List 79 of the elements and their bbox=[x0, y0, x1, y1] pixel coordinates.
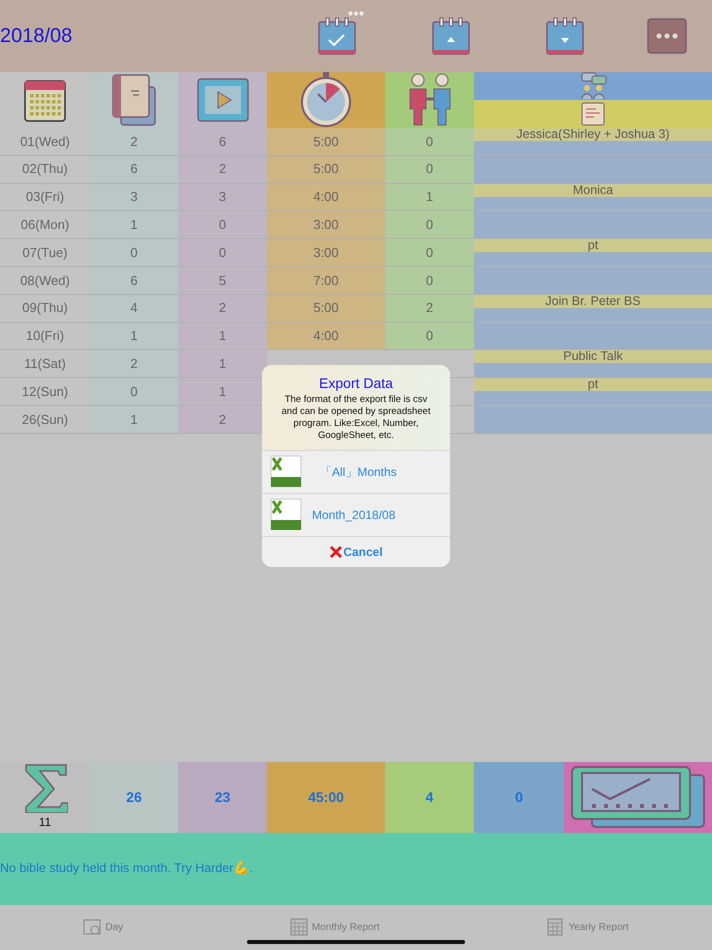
calendar-down-button[interactable] bbox=[545, 16, 585, 56]
film-play-icon bbox=[196, 78, 248, 122]
chart-button[interactable] bbox=[570, 765, 706, 830]
table-cell: 1 bbox=[90, 322, 178, 350]
table-cell: 0 bbox=[90, 239, 178, 267]
note-text: Public Talk bbox=[474, 350, 712, 364]
note-text: Join Br. Peter BS bbox=[474, 294, 712, 308]
hours-cell: 5:00 bbox=[267, 128, 385, 156]
table-cell: 0 bbox=[385, 128, 474, 156]
note-text: pt bbox=[474, 378, 712, 392]
note-text: pt bbox=[474, 239, 712, 252]
table-cell: 2 bbox=[178, 156, 267, 184]
month-title: 2018/08 bbox=[0, 24, 72, 49]
table-cell: 1 bbox=[90, 406, 178, 434]
hours-cell: 3:00 bbox=[267, 211, 385, 240]
table-cell: 6 bbox=[90, 266, 178, 295]
calendar-up-icon bbox=[431, 16, 471, 56]
hours-cell: 5:00 bbox=[267, 156, 385, 184]
table-cell: 3 bbox=[178, 184, 267, 212]
total-value: 45:00 bbox=[267, 762, 385, 833]
hours-cell: 3:00 bbox=[267, 239, 385, 267]
close-icon bbox=[329, 544, 344, 558]
total-value: 26 bbox=[90, 762, 178, 833]
table-cell: 1 bbox=[90, 211, 178, 240]
table-cell: 0 bbox=[90, 378, 178, 406]
hours-cell: 5:00 bbox=[267, 294, 385, 323]
year-calendar-icon bbox=[546, 917, 564, 938]
multitask-dots-icon bbox=[348, 11, 364, 16]
total-value: 0 bbox=[474, 762, 564, 833]
cancel-button[interactable]: Cancel bbox=[262, 536, 450, 566]
sticky-note-icon bbox=[581, 102, 605, 126]
table-cell: 6 bbox=[178, 128, 267, 156]
table-cell: 3 bbox=[90, 184, 178, 212]
tab-button[interactable]: Day bbox=[83, 917, 124, 938]
days-count: 11 bbox=[38, 814, 52, 832]
table-cell: 0 bbox=[385, 239, 474, 267]
table-cell: 1 bbox=[178, 350, 267, 378]
calendar-check-icon bbox=[317, 16, 357, 56]
hours-cell: 4:00 bbox=[267, 322, 385, 350]
month-calendar-icon bbox=[290, 917, 308, 938]
table-cell: 0 bbox=[385, 156, 474, 184]
table-cell: 4 bbox=[90, 294, 178, 323]
stopwatch-icon bbox=[298, 72, 354, 128]
table-cell: 2 bbox=[178, 294, 267, 323]
tab-button[interactable]: Monthly Report bbox=[290, 917, 380, 938]
chart-screen-icon bbox=[570, 765, 706, 830]
total-value: 4 bbox=[385, 762, 474, 833]
more-icon bbox=[647, 18, 687, 54]
csv-file-icon bbox=[270, 498, 302, 532]
table-cell: 1 bbox=[178, 322, 267, 350]
note-text: Monica bbox=[474, 184, 712, 197]
more-button[interactable] bbox=[647, 18, 687, 54]
calendar-up-button[interactable] bbox=[431, 16, 471, 56]
total-value: 23 bbox=[178, 762, 267, 833]
table-cell: 0 bbox=[178, 211, 267, 240]
dialog-text: The format of the export file is csv and can be opened by spreadsheet program. Like:Excel, Number, GoogleSheet, etc. bbox=[280, 394, 432, 443]
table-cell: 0 bbox=[385, 322, 474, 350]
table-cell: 2 bbox=[90, 128, 178, 156]
table-cell: 2 bbox=[90, 350, 178, 378]
dialog-title: Export Data bbox=[318, 374, 394, 393]
table-cell: 1 bbox=[385, 184, 474, 212]
table-cell: 5 bbox=[178, 266, 267, 295]
hours-cell: 4:00 bbox=[267, 184, 385, 212]
date-cell: 03(Fri) bbox=[0, 184, 90, 212]
date-cell: 10(Fri) bbox=[0, 322, 90, 350]
table-cell: 0 bbox=[385, 211, 474, 240]
day-calendar-icon bbox=[83, 917, 102, 938]
table-cell: 6 bbox=[90, 156, 178, 184]
table-cell: 2 bbox=[385, 294, 474, 323]
note-text: Jessica(Shirley + Joshua 3) bbox=[474, 128, 712, 141]
calendar-down-icon bbox=[545, 16, 585, 56]
tab-button[interactable]: Yearly Report bbox=[546, 917, 629, 938]
hours-cell: 7:00 bbox=[267, 266, 385, 295]
table-cell: 0 bbox=[178, 239, 267, 267]
message-text: No bible study held this month. Try Harder💪. bbox=[0, 860, 253, 878]
table-cell: 0 bbox=[385, 266, 474, 295]
books-icon bbox=[111, 73, 157, 127]
csv-file-icon bbox=[270, 454, 302, 488]
calendar-check-button[interactable] bbox=[317, 16, 357, 56]
